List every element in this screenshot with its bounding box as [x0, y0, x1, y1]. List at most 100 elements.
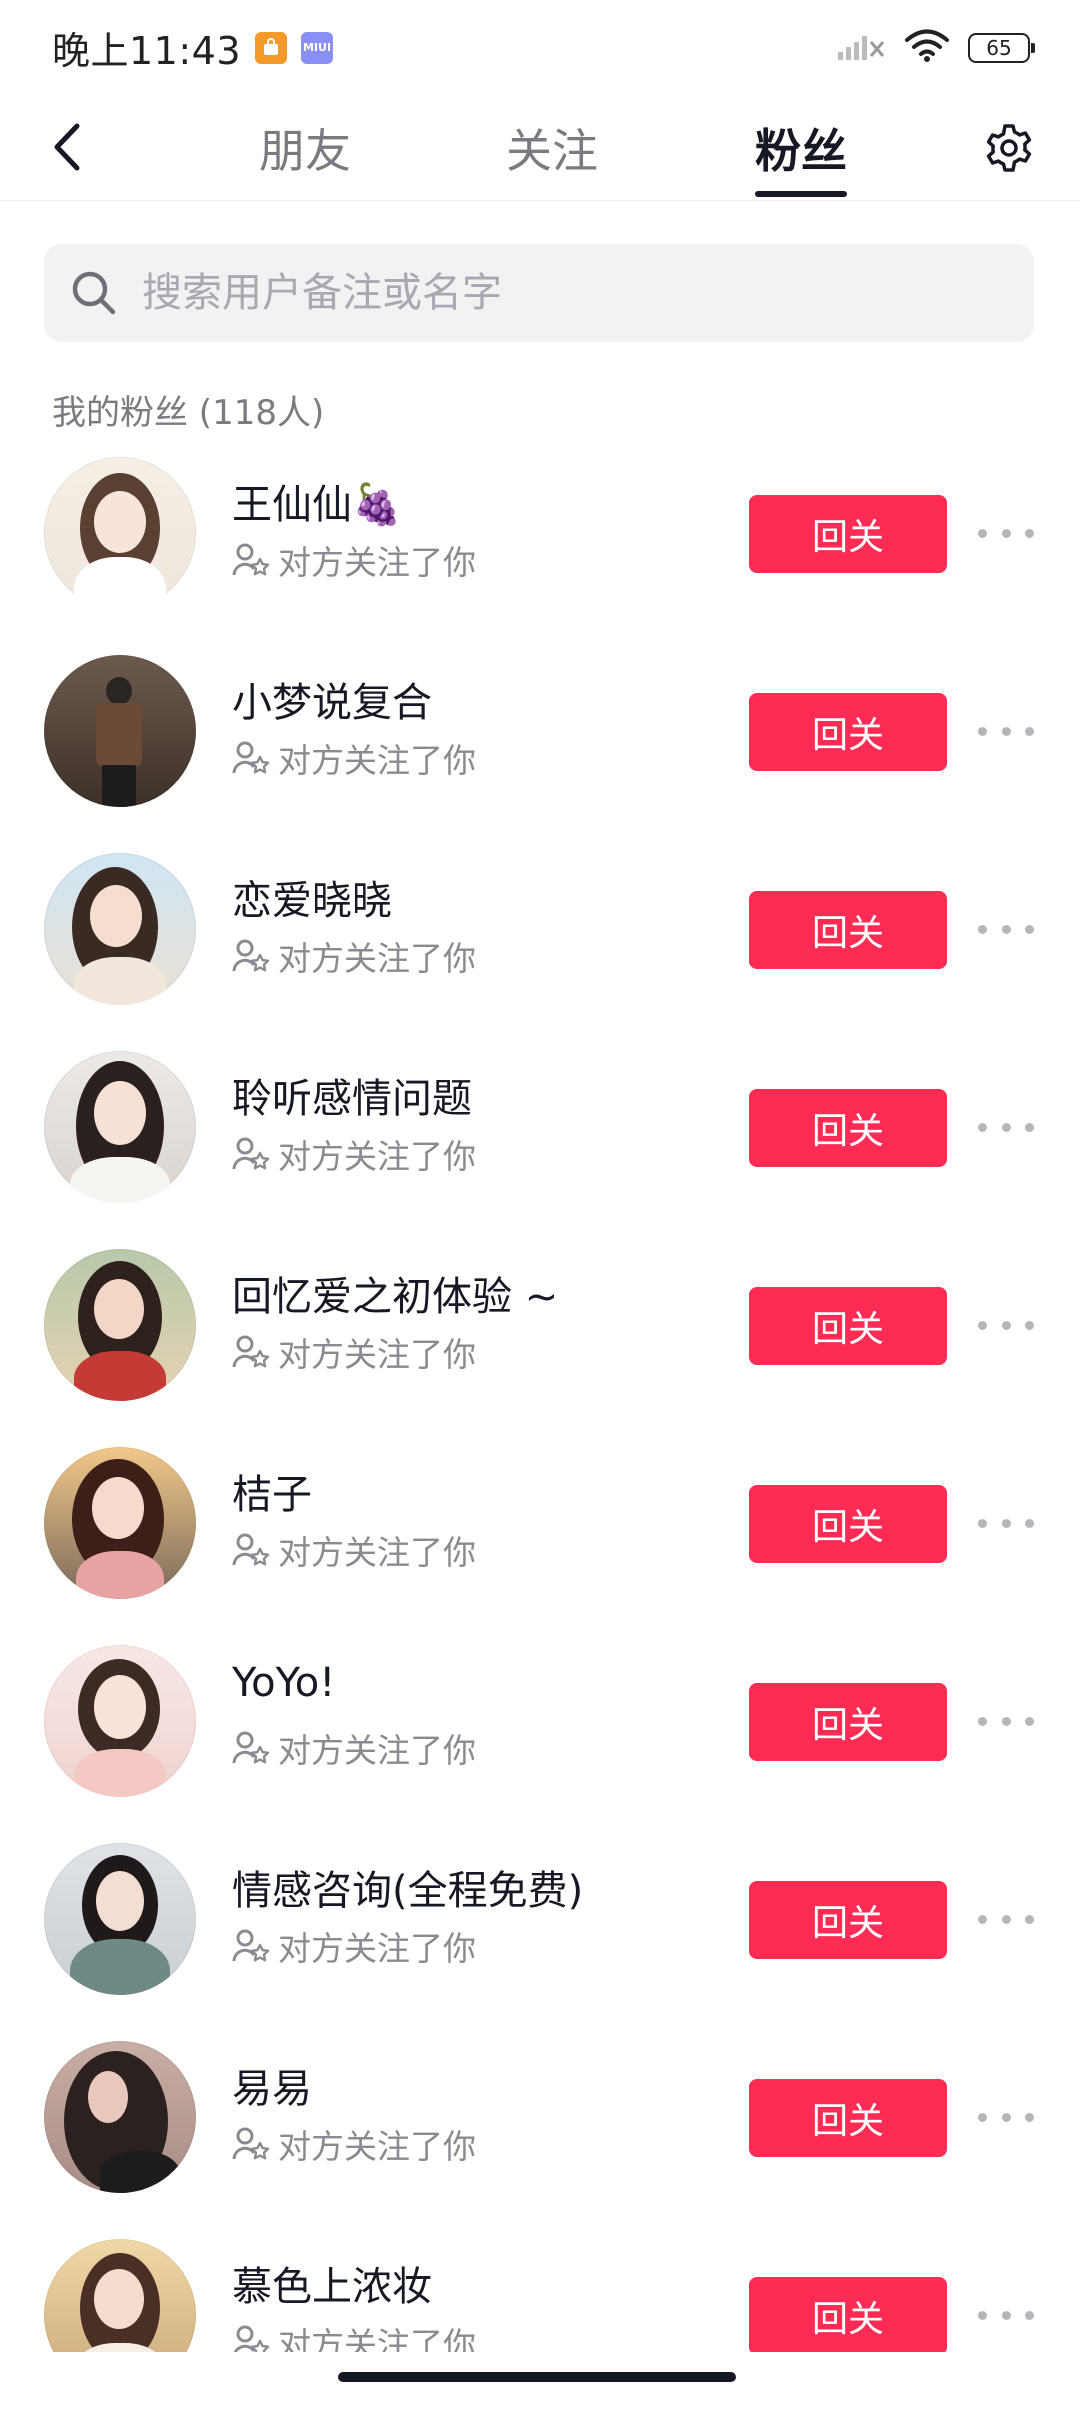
- more-options-icon[interactable]: [978, 2300, 1034, 2330]
- follower-name: 小梦说复合: [232, 680, 432, 726]
- follower-name: 回忆爱之初体验 ~: [232, 1274, 559, 1320]
- list-item[interactable]: 聆听感情问题 对方关注了你 回关: [0, 1046, 1080, 1244]
- list-item[interactable]: 小梦说复合 对方关注了你 回关: [0, 650, 1080, 848]
- follower-status: 对方关注了你: [232, 2120, 476, 2168]
- followers-list: 王仙仙🍇 对方关注了你 回关 小梦说复合 对方关注了你 回关 恋爱晓晓 对方关注…: [0, 452, 1080, 2432]
- avatar[interactable]: [44, 1645, 196, 1797]
- follow-back-button[interactable]: 回关: [749, 1683, 947, 1761]
- follow-back-button[interactable]: 回关: [749, 495, 947, 573]
- home-indicator[interactable]: [338, 2372, 736, 2382]
- search-bar[interactable]: [44, 244, 1034, 342]
- follower-name: 恋爱晓晓: [232, 878, 392, 924]
- follower-name: 慕色上浓妆: [232, 2264, 432, 2310]
- list-item[interactable]: 情感咨询(全程免费) 对方关注了你 回关: [0, 1838, 1080, 2036]
- mutual-follow-icon: [232, 939, 270, 972]
- more-options-icon[interactable]: [978, 716, 1034, 746]
- list-item[interactable]: 桔子 对方关注了你 回关: [0, 1442, 1080, 1640]
- avatar[interactable]: [44, 1051, 196, 1203]
- battery-icon: 65: [968, 32, 1035, 63]
- follower-status-text: 对方关注了你: [278, 2127, 476, 2166]
- mutual-follow-icon: [232, 1533, 270, 1566]
- follower-name: 情感咨询(全程免费): [232, 1868, 584, 1914]
- shopping-app-icon: [255, 31, 288, 64]
- follow-back-button[interactable]: 回关: [749, 693, 947, 771]
- miui-badge-icon: MIUI: [301, 31, 334, 64]
- mutual-follow-icon: [232, 2127, 270, 2160]
- follower-status: 对方关注了你: [232, 536, 476, 584]
- follow-back-button[interactable]: 回关: [749, 891, 947, 969]
- status-time: 晚上11:43: [52, 29, 242, 73]
- back-button[interactable]: [38, 117, 94, 177]
- more-options-icon[interactable]: [978, 1706, 1034, 1736]
- follower-status: 对方关注了你: [232, 1130, 476, 1178]
- more-options-icon[interactable]: [978, 1112, 1034, 1142]
- follower-status-text: 对方关注了你: [278, 543, 476, 582]
- follower-status: 对方关注了你: [232, 932, 476, 980]
- follow-back-button[interactable]: 回关: [749, 1485, 947, 1563]
- list-item[interactable]: 易易 对方关注了你 回关: [0, 2036, 1080, 2234]
- follower-status-text: 对方关注了你: [278, 1731, 476, 1770]
- avatar[interactable]: [44, 1447, 196, 1599]
- tab-friends[interactable]: 朋友: [250, 111, 360, 185]
- search-icon: [66, 265, 122, 321]
- tab-following[interactable]: 关注: [497, 111, 607, 185]
- search-input[interactable]: [140, 269, 1004, 317]
- list-item[interactable]: 慕色上浓妆 对方关注了你 回关: [0, 2234, 1080, 2432]
- follower-name: 易易: [232, 2066, 312, 2112]
- list-item[interactable]: 回忆爱之初体验 ~ 对方关注了你 回关: [0, 1244, 1080, 1442]
- more-options-icon[interactable]: [978, 914, 1034, 944]
- follow-back-button[interactable]: 回关: [749, 1089, 947, 1167]
- avatar[interactable]: [44, 1843, 196, 1995]
- follower-status-text: 对方关注了你: [278, 1929, 476, 1968]
- list-item[interactable]: 恋爱晓晓 对方关注了你 回关: [0, 848, 1080, 1046]
- follower-status-text: 对方关注了你: [278, 1335, 476, 1374]
- avatar[interactable]: [44, 655, 196, 807]
- chevron-left-icon: [54, 123, 80, 171]
- mutual-follow-icon: [232, 543, 270, 576]
- follower-name: 聆听感情问题: [232, 1076, 472, 1122]
- follow-back-button[interactable]: 回关: [749, 2277, 947, 2355]
- follower-name: 桔子: [232, 1472, 312, 1518]
- list-item[interactable]: YoYo! 对方关注了你 回关: [0, 1640, 1080, 1838]
- mutual-follow-icon: [232, 1335, 270, 1368]
- mutual-follow-icon: [232, 1929, 270, 1962]
- avatar[interactable]: [44, 457, 196, 609]
- follow-back-button[interactable]: 回关: [749, 1881, 947, 1959]
- mutual-follow-icon: [232, 741, 270, 774]
- status-bar-left: 晚上11:43 MIUI: [52, 20, 334, 75]
- signal-icon: [836, 30, 886, 66]
- gear-icon: [986, 124, 1032, 172]
- follower-status-text: 对方关注了你: [278, 741, 476, 780]
- avatar[interactable]: [44, 853, 196, 1005]
- follower-status: 对方关注了你: [232, 1724, 476, 1772]
- status-bar-right: 65: [836, 29, 1035, 67]
- follower-status-text: 对方关注了你: [278, 1533, 476, 1572]
- tab-fans[interactable]: 粉丝: [746, 111, 856, 185]
- follower-name: YoYo!: [232, 1660, 336, 1706]
- follower-status-text: 对方关注了你: [278, 939, 476, 978]
- list-item[interactable]: 王仙仙🍇 对方关注了你 回关: [0, 452, 1080, 650]
- more-options-icon[interactable]: [978, 1904, 1034, 1934]
- followers-count-title: 我的粉丝 (118人): [52, 393, 325, 433]
- follower-status: 对方关注了你: [232, 1922, 476, 1970]
- mutual-follow-icon: [232, 1731, 270, 1764]
- follower-status: 对方关注了你: [232, 734, 476, 782]
- follower-name: 王仙仙🍇: [232, 482, 402, 528]
- more-options-icon[interactable]: [978, 1508, 1034, 1538]
- top-nav: 朋友 关注 粉丝: [0, 95, 1080, 201]
- avatar[interactable]: [44, 2041, 196, 2193]
- wifi-icon: [904, 29, 950, 67]
- follow-back-button[interactable]: 回关: [749, 2079, 947, 2157]
- more-options-icon[interactable]: [978, 1310, 1034, 1340]
- follower-status: 对方关注了你: [232, 1328, 476, 1376]
- status-bar: 晚上11:43 MIUI 65: [0, 0, 1080, 95]
- follower-status: 对方关注了你: [232, 1526, 476, 1574]
- mutual-follow-icon: [232, 1137, 270, 1170]
- follow-back-button[interactable]: 回关: [749, 1287, 947, 1365]
- active-tab-indicator: [755, 191, 847, 197]
- follower-status-text: 对方关注了你: [278, 1137, 476, 1176]
- settings-button[interactable]: [976, 115, 1042, 181]
- avatar[interactable]: [44, 1249, 196, 1401]
- more-options-icon[interactable]: [978, 518, 1034, 548]
- more-options-icon[interactable]: [978, 2102, 1034, 2132]
